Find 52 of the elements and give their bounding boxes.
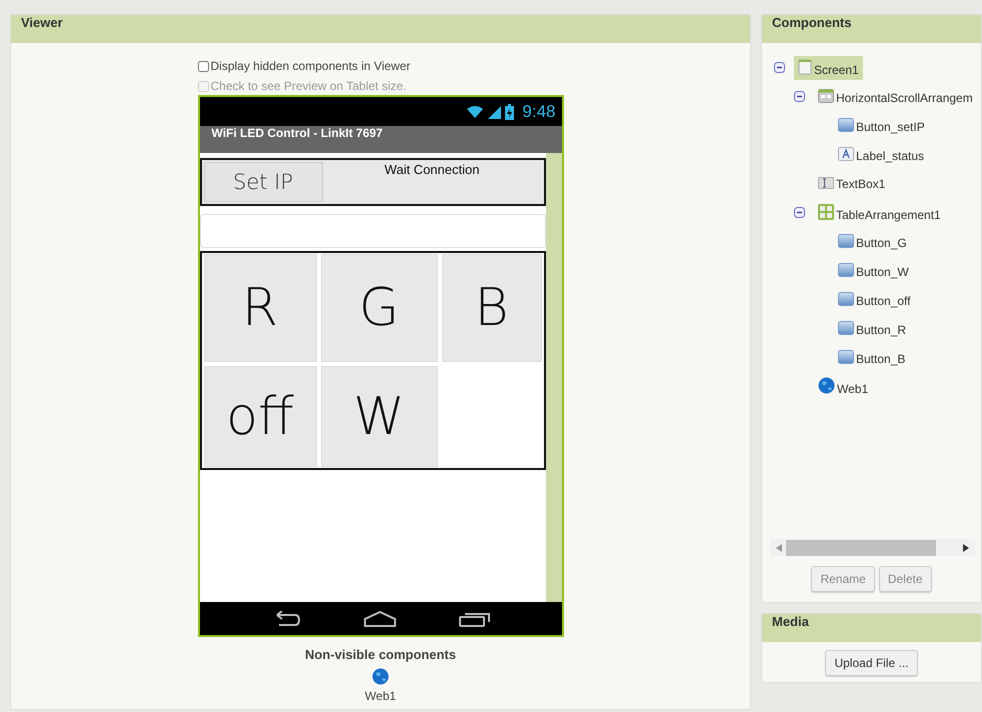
tree-item[interactable]: TextBox1 [814, 174, 890, 194]
home-icon [362, 610, 396, 626]
button-icon [838, 118, 854, 132]
checkbox-label: Display hidden components in Viewer [210, 59, 410, 73]
button-icon [838, 320, 854, 334]
checkbox[interactable] [198, 60, 208, 72]
upload-file-button[interactable]: Upload File ... [825, 650, 918, 676]
button-icon [838, 234, 854, 248]
color-button[interactable]: G [320, 254, 438, 362]
panel-header: Media [762, 614, 981, 642]
tree-item[interactable]: Button_B [834, 346, 910, 368]
arrangement-icon [818, 88, 834, 102]
tree-item[interactable]: Button_setIP [834, 114, 929, 136]
set-ip-button[interactable]: Set IP [204, 162, 322, 202]
tree-item[interactable]: Button_W [834, 260, 913, 282]
panel-header: Components [762, 15, 981, 43]
tree-item[interactable]: Web1 [814, 374, 872, 399]
app-title: WiFi LED Control - LinkIt 7697 [200, 126, 562, 153]
horizontal-scrollbar[interactable] [770, 539, 975, 556]
scroll-right-icon[interactable] [963, 544, 969, 552]
wifi-icon [466, 104, 484, 118]
tree-item[interactable]: Button_G [834, 230, 911, 252]
component-label: Web1 [364, 689, 396, 703]
globe-icon [818, 377, 835, 394]
button-icon [838, 350, 854, 364]
color-button[interactable]: off [204, 366, 316, 467]
color-button[interactable]: R [204, 254, 316, 362]
recent-apps-icon [458, 610, 490, 626]
text-input-field[interactable] [200, 214, 546, 248]
tree-item[interactable]: Label_status [834, 144, 928, 166]
signal-icon [488, 104, 502, 118]
tree-item[interactable]: Button_off [834, 288, 914, 310]
status-label: Wait Connection [384, 162, 480, 179]
panel-header: Viewer [11, 15, 750, 43]
scroll-left-icon[interactable] [776, 544, 782, 552]
button-icon [838, 262, 854, 276]
section-title: Non-visible components [305, 647, 456, 662]
label-icon [838, 146, 854, 160]
tree-item[interactable]: TableArrangement1 [814, 200, 945, 224]
screen-icon [798, 58, 812, 74]
battery-icon [505, 104, 514, 120]
tree-item[interactable]: HorizontalScrollArrangem [814, 86, 977, 108]
checkbox-label: Check to see Preview on Tablet size. [210, 79, 406, 93]
color-button[interactable]: B [442, 254, 542, 362]
globe-icon [372, 668, 389, 685]
color-button[interactable]: W [320, 366, 438, 467]
tree-item[interactable]: Screen1 [794, 56, 863, 80]
button-icon [838, 292, 854, 306]
tree-item[interactable]: Button_R [834, 318, 910, 340]
table-icon [818, 204, 834, 220]
textbox-icon [818, 176, 834, 188]
clock-time: 9:48 [522, 102, 556, 122]
